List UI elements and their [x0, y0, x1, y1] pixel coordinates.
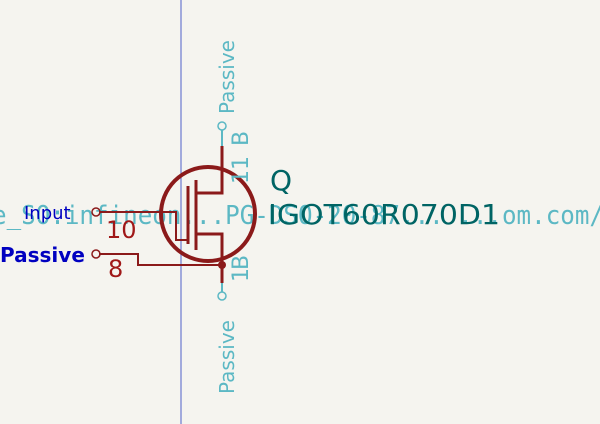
junction-dot — [218, 261, 226, 269]
drain-pin-number: 11 — [229, 156, 254, 184]
drain-pin-end[interactable] — [217, 121, 227, 131]
kelvin-pin-end[interactable] — [91, 249, 101, 259]
schematic-drawing: e_SO:infineon...PG-DSO-20-87... ...om.co… — [0, 0, 600, 424]
kelvin-pin-number: 8 — [108, 255, 123, 283]
source-pin-type: Passive — [215, 320, 239, 394]
source-pin-stack: B — [229, 255, 254, 270]
source-pin-end[interactable] — [217, 291, 227, 301]
part-value[interactable]: IGOT60R070D1 — [268, 198, 500, 231]
drain-pin-stack: B — [229, 131, 254, 146]
drain-pin-type: Passive — [215, 40, 239, 114]
gate-pin-type: Input — [24, 203, 71, 224]
reference-designator[interactable]: Q — [270, 164, 292, 197]
gate-pin-number: 10 — [106, 216, 137, 244]
schematic-canvas[interactable]: e_SO:infineon...PG-DSO-20-87... ...om.co… — [0, 0, 600, 424]
kelvin-pin-type: Passive — [0, 243, 85, 267]
